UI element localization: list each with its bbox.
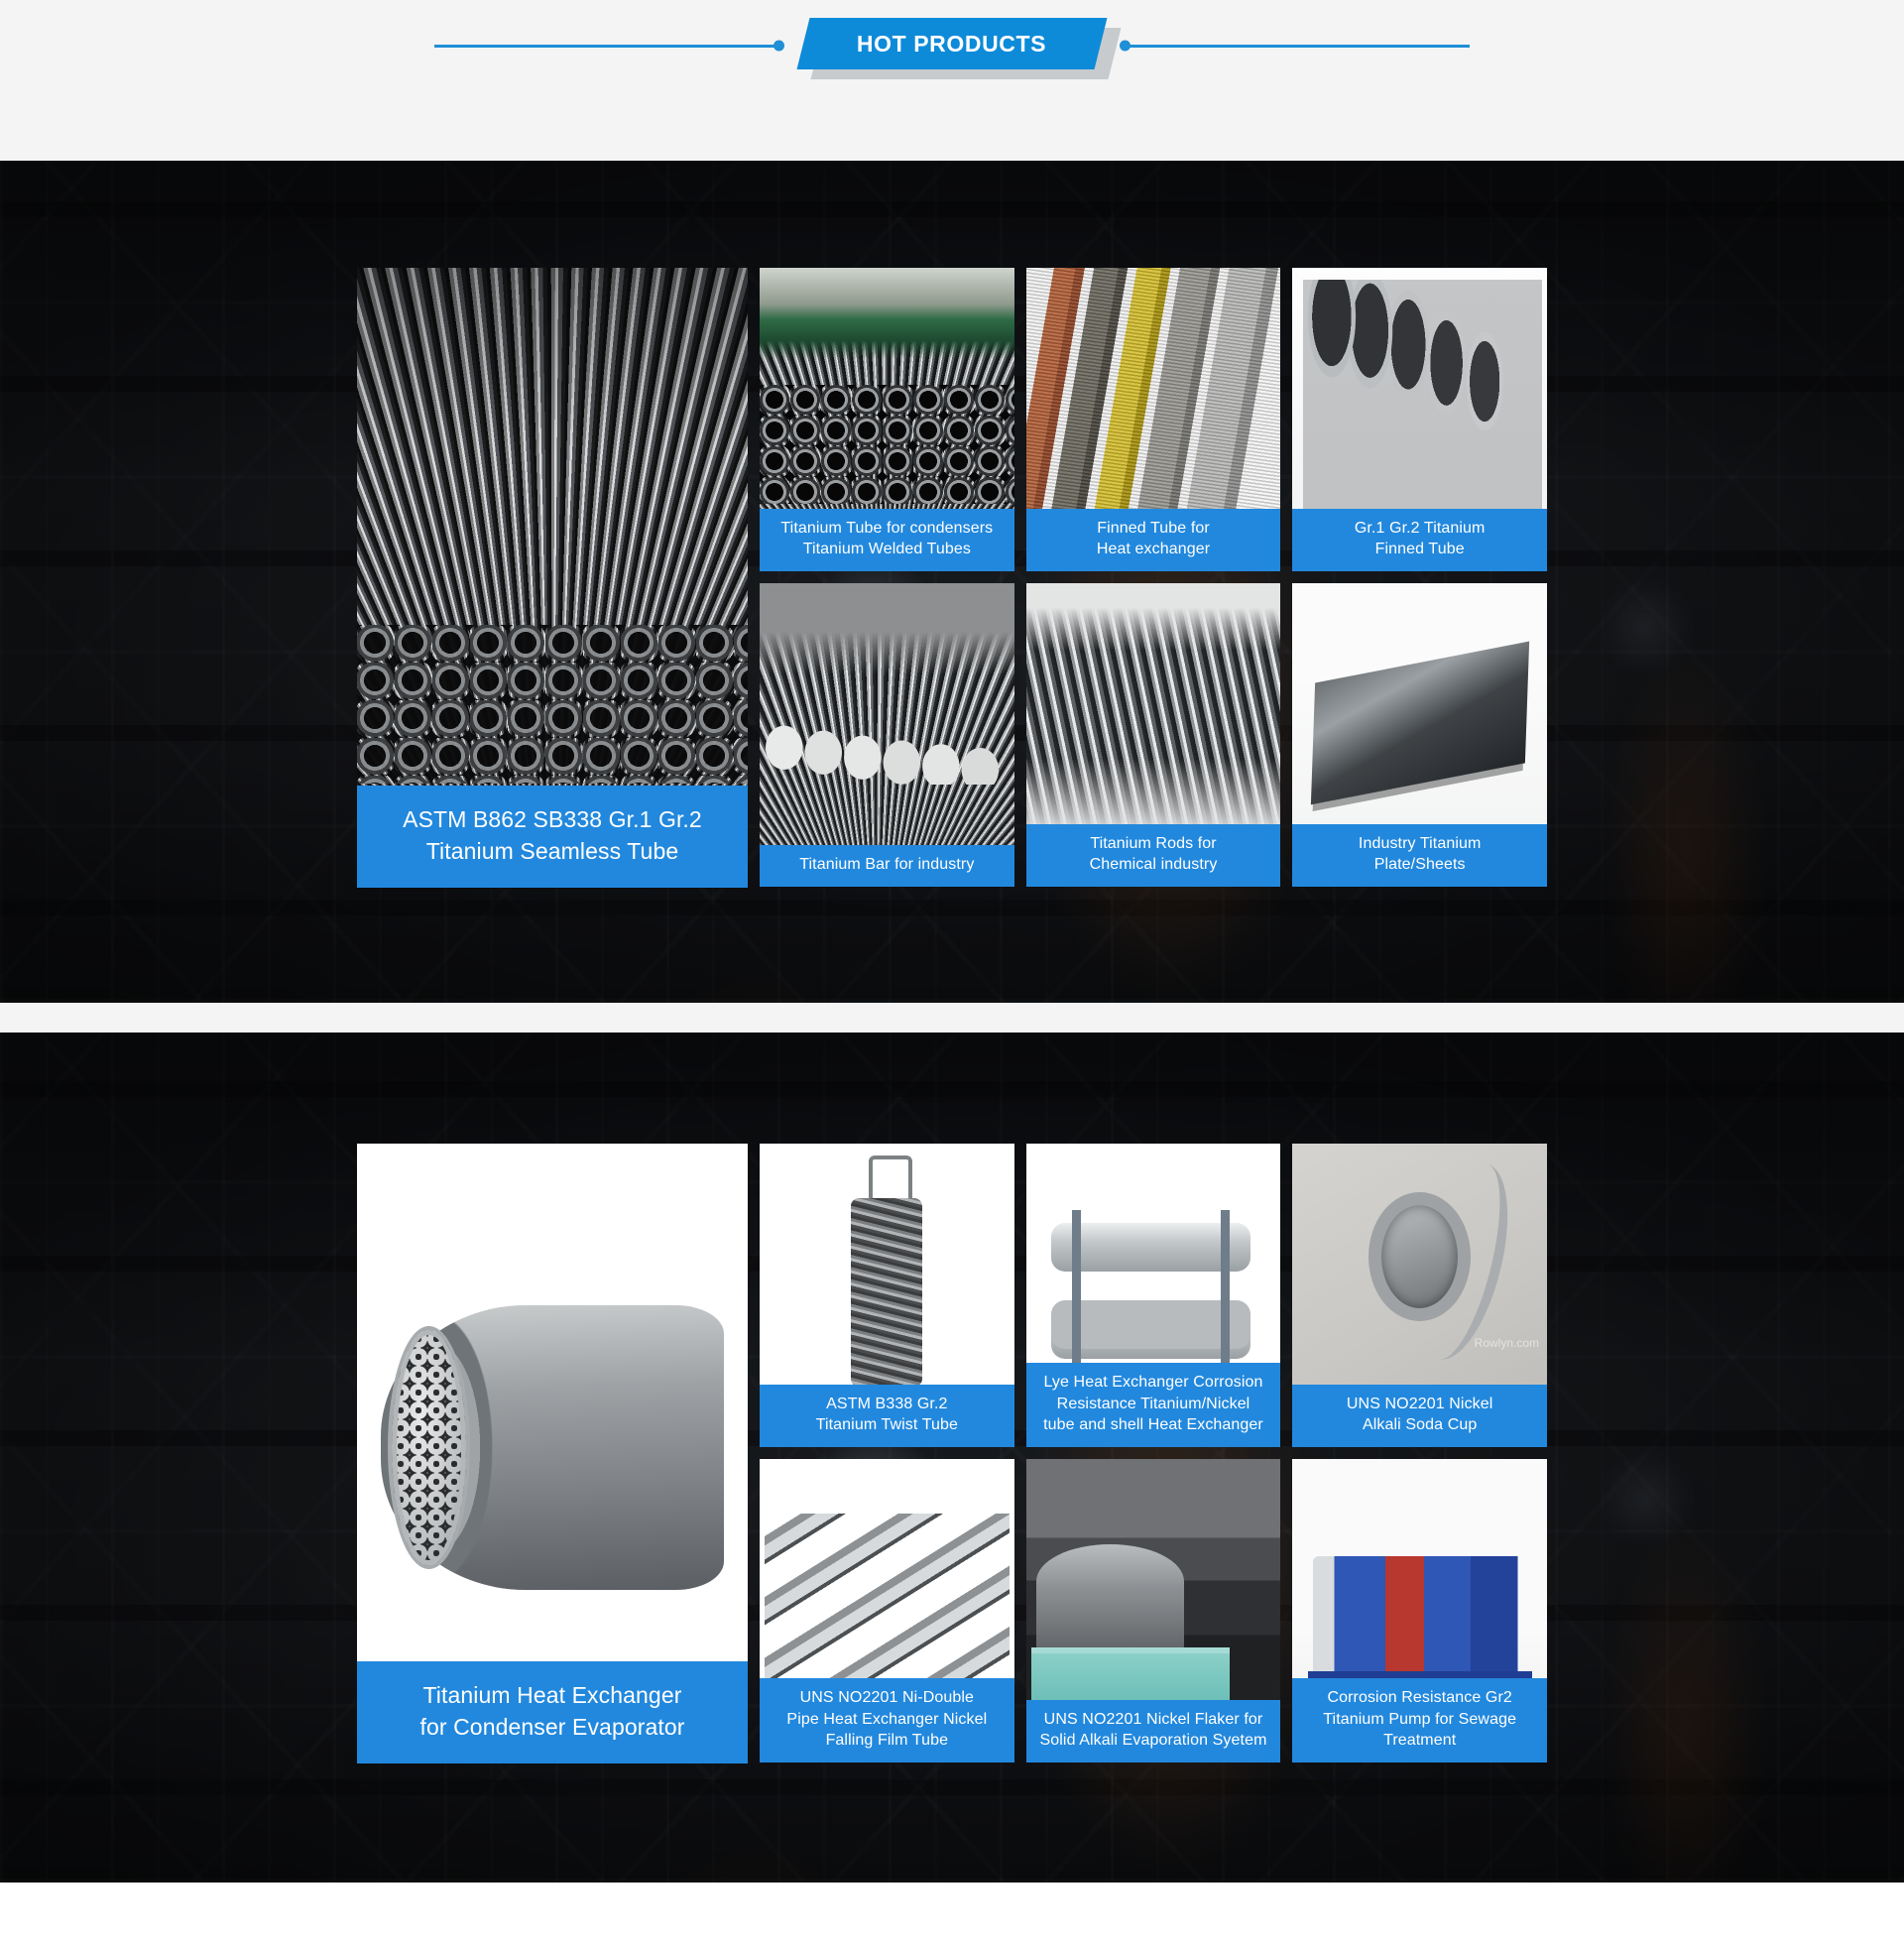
product-caption: Gr.1 Gr.2 Titanium Finned Tube [1292,508,1548,571]
banner-plate: HOT PRODUCTS [796,18,1108,69]
product-caption: UNS NO2201 Ni-Double Pipe Heat Exchanger … [760,1677,1014,1763]
product-section-titanium: ASTM B862 SB338 Gr.1 Gr.2 Titanium Seamle… [0,161,1904,1003]
product-card[interactable]: UNS NO2201 Ni-Double Pipe Heat Exchanger … [760,1459,1014,1763]
product-card-feature[interactable]: Titanium Heat Exchanger for Condenser Eva… [357,1144,748,1763]
product-card[interactable]: Titanium Rods for Chemical industry [1025,583,1281,887]
product-card[interactable]: Gr.1 Gr.2 Titanium Finned Tube [1292,268,1548,571]
product-row-bottom: UNS NO2201 Ni-Double Pipe Heat Exchanger … [760,1459,1548,1763]
product-caption: Titanium Rods for Chemical industry [1025,823,1281,887]
product-card-feature[interactable]: ASTM B862 SB338 Gr.1 Gr.2 Titanium Seamle… [357,268,748,888]
section-divider [0,1003,1904,1033]
product-caption: UNS NO2201 Nickel Flaker for Solid Alkali… [1025,1699,1281,1763]
product-card[interactable]: ASTM B338 Gr.2 Titanium Twist Tube [760,1144,1014,1447]
product-caption: Titanium Bar for industry [760,845,1014,887]
product-card[interactable]: Industry Titanium Plate/Sheets [1292,583,1548,887]
product-caption: UNS NO2201 Nickel Alkali Soda Cup [1292,1384,1548,1447]
product-grid: Titanium Heat Exchanger for Condenser Eva… [357,1144,1548,1763]
product-card[interactable]: Corrosion Resistance Gr2 Titanium Pump fo… [1292,1459,1548,1763]
product-caption: Corrosion Resistance Gr2 Titanium Pump fo… [1292,1677,1548,1763]
product-card[interactable]: Lye Heat Exchanger Corrosion Resistance T… [1025,1144,1281,1447]
product-row-top: Titanium Tube for condensers Titanium Wel… [760,268,1548,571]
product-caption: ASTM B862 SB338 Gr.1 Gr.2 Titanium Seamle… [357,785,748,888]
image-watermark: Rowlyn.com [1474,1336,1540,1351]
product-caption: Lye Heat Exchanger Corrosion Resistance T… [1025,1362,1281,1447]
banner-dot-right-icon [1120,40,1130,52]
product-card[interactable]: UNS NO2201 Nickel Flaker for Solid Alkali… [1025,1459,1281,1763]
product-row-top: ASTM B338 Gr.2 Titanium Twist Tube Lye He… [760,1144,1548,1447]
product-grid-columns: ASTM B338 Gr.2 Titanium Twist Tube Lye He… [760,1144,1548,1763]
product-image [760,583,1014,887]
product-grid: ASTM B862 SB338 Gr.1 Gr.2 Titanium Seamle… [357,268,1548,888]
banner-rule-left [434,40,784,52]
product-caption: ASTM B338 Gr.2 Titanium Twist Tube [760,1384,1014,1447]
hot-products-banner: HOT PRODUCTS [0,18,1904,79]
product-grid-feature-column: ASTM B862 SB338 Gr.1 Gr.2 Titanium Seamle… [357,268,748,888]
banner-plate-group: HOT PRODUCTS [796,18,1122,79]
product-caption: Industry Titanium Plate/Sheets [1292,823,1548,887]
page-header: HOT PRODUCTS [0,0,1904,161]
banner-dot-left-icon [774,40,784,52]
product-card[interactable]: Rowlyn.com UNS NO2201 Nickel Alkali Soda … [1292,1144,1548,1447]
product-row-bottom: Titanium Bar for industry Titanium Rods … [760,583,1548,887]
product-grid-columns: Titanium Tube for condensers Titanium Wel… [760,268,1548,888]
product-card[interactable]: Finned Tube for Heat exchanger [1025,268,1281,571]
page-title: HOT PRODUCTS [857,30,1047,57]
banner-rule-right [1120,40,1470,52]
product-card[interactable]: Titanium Bar for industry [760,583,1014,887]
product-caption: Titanium Tube for condensers Titanium Wel… [760,508,1014,571]
product-section-heat-exchanger: Titanium Heat Exchanger for Condenser Eva… [0,1033,1904,1883]
product-caption: Finned Tube for Heat exchanger [1025,508,1281,571]
product-caption: Titanium Heat Exchanger for Condenser Eva… [357,1660,748,1763]
product-card[interactable]: Titanium Tube for condensers Titanium Wel… [760,268,1014,571]
product-grid-feature-column: Titanium Heat Exchanger for Condenser Eva… [357,1144,748,1763]
